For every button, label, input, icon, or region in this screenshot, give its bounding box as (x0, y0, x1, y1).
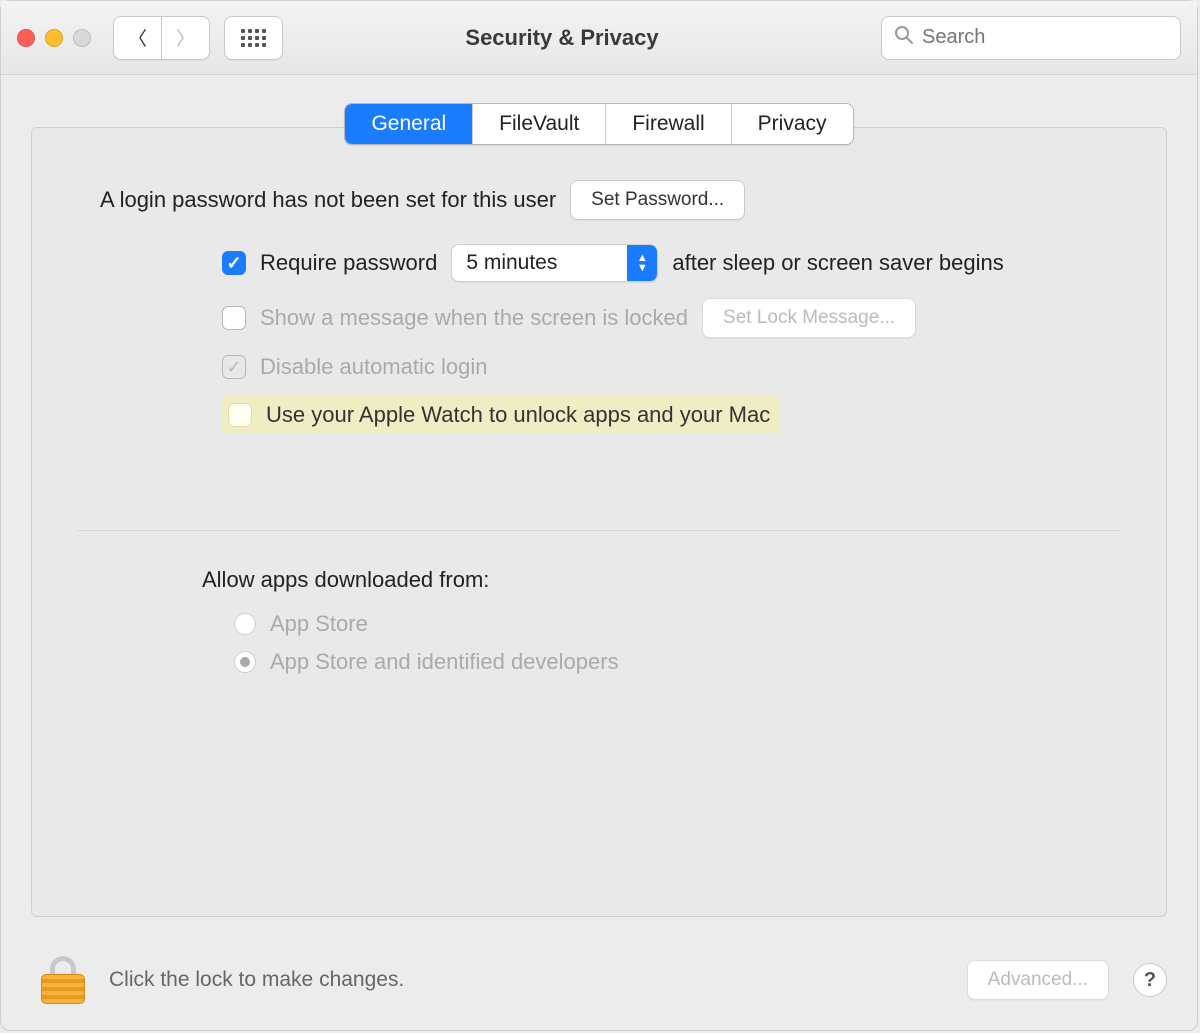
divider (78, 530, 1120, 531)
close-button[interactable] (17, 29, 35, 47)
tab-privacy[interactable]: Privacy (732, 104, 853, 144)
nav-buttons: 〈 〉 (113, 16, 210, 60)
toolbar: 〈 〉 Security & Privacy (1, 1, 1197, 75)
apple-watch-checkbox[interactable] (228, 403, 252, 427)
require-password-row: ✓ Require password 5 minutes ▲▼ after sl… (222, 244, 1106, 282)
tab-filevault[interactable]: FileVault (473, 104, 606, 144)
show-message-row: Show a message when the screen is locked… (222, 298, 1106, 338)
footer: Click the lock to make changes. Advanced… (1, 936, 1197, 1030)
radio-app-store (234, 613, 256, 635)
radio-app-store-label: App Store (270, 611, 368, 637)
disable-auto-login-row: ✓ Disable automatic login (222, 354, 1106, 380)
lock-button[interactable] (41, 956, 85, 1004)
allow-apps-radios: App Store App Store and identified devel… (234, 611, 1106, 675)
require-password-delay-value: 5 minutes (466, 251, 627, 275)
chevron-right-icon: 〉 (176, 24, 195, 51)
forward-button[interactable]: 〉 (162, 16, 210, 60)
back-button[interactable]: 〈 (113, 16, 162, 60)
show-message-label: Show a message when the screen is locked (260, 305, 688, 331)
general-panel: A login password has not been set for th… (31, 127, 1167, 917)
advanced-button: Advanced... (967, 960, 1109, 1000)
minimize-button[interactable] (45, 29, 63, 47)
login-password-message: A login password has not been set for th… (100, 187, 556, 213)
tab-bar: General FileVault Firewall Privacy (344, 103, 853, 145)
search-input[interactable] (922, 26, 1168, 49)
tab-general[interactable]: General (345, 104, 473, 144)
radio-app-store-and-developers (234, 651, 256, 673)
chevron-left-icon: 〈 (128, 24, 147, 51)
apple-watch-row: Use your Apple Watch to unlock apps and … (222, 396, 1106, 434)
apple-watch-label: Use your Apple Watch to unlock apps and … (266, 402, 770, 428)
tab-firewall[interactable]: Firewall (606, 104, 731, 144)
window-title: Security & Privacy (257, 25, 867, 51)
disable-auto-login-checkbox: ✓ (222, 355, 246, 379)
show-message-checkbox (222, 306, 246, 330)
preferences-window: 〈 〉 Security & Privacy General FileVault… (0, 0, 1198, 1031)
search-icon (894, 25, 914, 51)
traffic-lights (17, 29, 91, 47)
set-lock-message-button: Set Lock Message... (702, 298, 916, 338)
lock-hint-text: Click the lock to make changes. (109, 968, 943, 992)
help-button[interactable]: ? (1133, 963, 1167, 997)
allow-apps-label: Allow apps downloaded from: (202, 567, 1106, 593)
search-field[interactable] (881, 16, 1181, 60)
radio-app-store-dev-label: App Store and identified developers (270, 649, 619, 675)
stepper-arrows-icon: ▲▼ (627, 244, 657, 282)
disable-auto-login-label: Disable automatic login (260, 354, 487, 380)
set-password-button[interactable]: Set Password... (570, 180, 745, 220)
require-password-suffix: after sleep or screen saver begins (672, 250, 1003, 276)
zoom-button (73, 29, 91, 47)
require-password-label: Require password (260, 250, 437, 276)
require-password-delay-popup[interactable]: 5 minutes ▲▼ (451, 244, 658, 282)
require-password-checkbox[interactable]: ✓ (222, 251, 246, 275)
